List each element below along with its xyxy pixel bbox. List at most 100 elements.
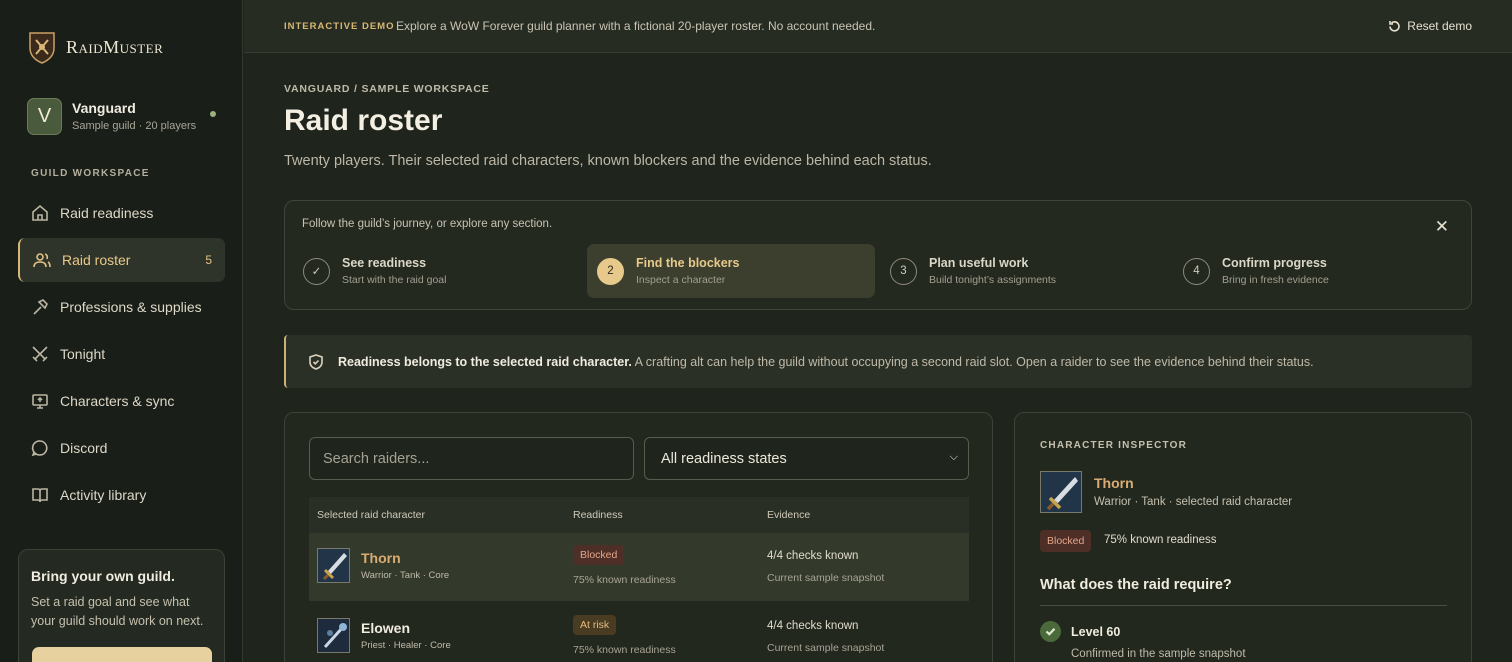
guild-name: Vanguard [72,100,136,116]
sidebar-item-raid-roster[interactable]: Raid roster 5 [18,238,225,282]
crossed-swords-icon [32,346,48,362]
roster-panel: Search raiders... All readiness states ⌵… [284,412,993,662]
search-input[interactable]: Search raiders... [309,437,634,480]
refresh-icon [1389,20,1401,32]
promo-text: Set a raid goal and see what your guild … [31,595,204,628]
step-number: 4 [1183,257,1210,285]
chat-icon [31,440,48,457]
demo-banner: INTERACTIVE DEMO Explore a WoW Forever g… [244,0,1512,53]
journey-steps: ✓ See readiness Start with the raid goal… [293,244,1463,298]
journey-intro: Follow the guild’s journey, or explore a… [302,218,553,230]
sidebar-item-raid-readiness[interactable]: Raid readiness [18,191,225,235]
readiness-filter-select[interactable]: All readiness states ⌵ [644,437,969,480]
column-header: Selected raid character [317,509,425,521]
inspector-character-meta: Warrior · Tank · selected raid character [1094,496,1293,508]
sidebar-item-label: Activity library [60,487,147,503]
step-find-blockers[interactable]: 2 Find the blockers Inspect a character [587,244,875,298]
character-meta: Warrior · Tank · Core [361,570,450,581]
table-row[interactable]: Thorn Warrior · Tank · Core Blocked 75% … [309,533,969,601]
column-header: Readiness [573,509,623,521]
status-dot [210,111,216,117]
guild-subtitle: Sample guild · 20 players [72,120,197,132]
sidebar-item-label: Raid roster [62,252,131,268]
evidence-source: Current sample snapshot [767,642,885,654]
sidebar-item-discord[interactable]: Discord [18,426,225,470]
page-title: Raid roster [284,104,443,137]
promo-card: Bring your own guild. Set a raid goal an… [18,549,225,662]
shield-check-icon [309,353,323,370]
breadcrumb: VANGUARD / SAMPLE WORKSPACE [284,83,490,95]
step-number: 2 [597,257,624,285]
sword-icon [317,548,350,583]
monitor-icon [32,394,48,409]
step-title: Confirm progress [1222,256,1327,270]
requirements-heading: What does the raid require? [1040,577,1232,593]
inspector-label: CHARACTER INSPECTOR [1040,440,1188,451]
demo-text: Explore a WoW Forever guild planner with… [396,19,876,33]
promo-button[interactable] [32,647,212,662]
notice-text: Readiness belongs to the selected raid c… [338,355,1314,369]
step-subtitle: Bring in fresh evidence [1222,274,1329,286]
close-icon[interactable]: ✕ [1435,217,1449,237]
count-badge: 5 [205,253,212,267]
requirement-title: Level 60 [1071,625,1121,639]
character-inspector: CHARACTER INSPECTOR Thorn Warrior · Tank… [1014,412,1472,662]
sidebar-item-professions[interactable]: Professions & supplies [18,285,225,329]
journey-panel: Follow the guild’s journey, or explore a… [284,200,1472,310]
select-value: All readiness states [661,450,787,467]
table-header: Selected raid character Readiness Eviden… [309,497,969,533]
evidence-checks: 4/4 checks known [767,620,859,632]
sidebar-item-label: Characters & sync [60,393,175,409]
hammer-icon [33,299,48,315]
promo-title: Bring your own guild. [31,568,175,584]
guild-switcher[interactable]: V Vanguard Sample guild · 20 players [27,96,223,136]
inspector-character-name: Thorn [1094,475,1134,491]
demo-tag: INTERACTIVE DEMO [284,20,395,32]
character-meta: Priest · Healer · Core [361,640,451,651]
column-header: Evidence [767,509,811,521]
users-icon [33,253,51,268]
step-confirm-progress[interactable]: 4 Confirm progress Bring in fresh eviden… [1173,244,1461,298]
guild-avatar: V [27,97,62,135]
sidebar-item-tonight[interactable]: Tonight [18,332,225,376]
sidebar-item-label: Tonight [60,346,106,362]
table-row[interactable]: Elowen Priest · Healer · Core At risk 75… [309,603,969,662]
reset-label: Reset demo [1407,19,1472,33]
brand-name: RaidMuster [66,36,164,57]
divider [1040,605,1447,606]
character-name: Thorn [361,550,401,566]
notice-body: A crafting alt can help the guild withou… [631,354,1314,369]
sidebar-item-label: Professions & supplies [60,299,202,315]
brand[interactable]: RaidMuster [28,30,163,64]
character-name: Elowen [361,620,411,636]
shield-logo-icon [29,32,55,64]
status-badge: Blocked [1040,530,1092,552]
readiness-percent: 75% known readiness [573,574,676,586]
check-icon: ✓ [303,257,330,285]
reset-demo-button[interactable]: Reset demo [1388,19,1472,33]
readiness-percent: 75% known readiness [1104,534,1217,546]
status-badge: At risk [573,615,617,635]
evidence-checks: 4/4 checks known [767,550,859,562]
step-title: Find the blockers [636,256,740,270]
requirement-subtitle: Confirmed in the sample snapshot [1071,648,1246,660]
chevron-down-icon: ⌵ [949,451,958,463]
step-see-readiness[interactable]: ✓ See readiness Start with the raid goal [293,244,581,298]
step-title: See readiness [342,256,427,270]
check-icon [1040,621,1061,642]
notice-bold: Readiness belongs to the selected raid c… [338,354,632,369]
sidebar-nav: Raid readiness Raid roster 5 Professions… [18,191,225,520]
section-label: GUILD WORKSPACE [31,168,150,179]
sword-icon [1040,471,1082,513]
home-icon [32,204,48,221]
sidebar-item-characters-sync[interactable]: Characters & sync [18,379,225,423]
status-badge: Blocked [573,545,625,565]
sidebar-item-activity-library[interactable]: Activity library [18,473,225,517]
step-plan-work[interactable]: 3 Plan useful work Build tonight’s assig… [880,244,1168,298]
step-subtitle: Start with the raid goal [342,274,447,286]
evidence-source: Current sample snapshot [767,572,885,584]
page-subtitle: Twenty players. Their selected raid char… [284,153,932,169]
readiness-percent: 75% known readiness [573,644,676,656]
step-subtitle: Inspect a character [636,274,726,286]
sidebar-item-label: Raid readiness [60,205,154,221]
